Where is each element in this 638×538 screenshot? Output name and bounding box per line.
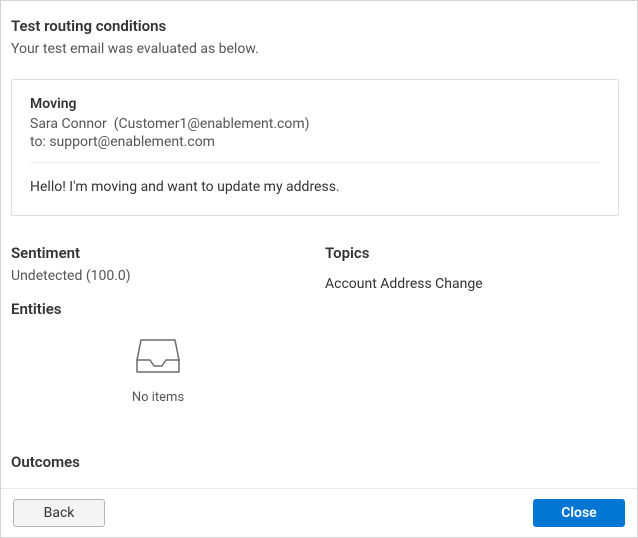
- dialog-content[interactable]: Test routing conditions Your test email …: [1, 1, 637, 488]
- dialog-subtitle: Your test email was evaluated as below.: [11, 41, 619, 57]
- dialog-footer: Back Close: [1, 488, 637, 537]
- right-col: Topics Account Address Change: [325, 244, 619, 445]
- inbox-icon: [135, 336, 181, 376]
- topics-value: Account Address Change: [325, 276, 619, 292]
- sentiment-value: Undetected (100.0): [11, 268, 305, 284]
- outcomes-heading: Outcomes: [11, 453, 619, 471]
- dialog-title: Test routing conditions: [11, 17, 619, 35]
- email-to: to: support@enablement.com: [30, 134, 600, 150]
- email-from-name: Sara Connor: [30, 116, 107, 132]
- email-to-prefix: to:: [30, 134, 46, 150]
- close-button[interactable]: Close: [533, 499, 625, 527]
- email-from-email: (Customer1@enablement.com): [114, 116, 310, 132]
- entities-empty-state: No items: [11, 336, 305, 405]
- analysis-row: Sentiment Undetected (100.0) Entities No…: [11, 244, 619, 445]
- entities-heading: Entities: [11, 300, 305, 318]
- email-from: Sara Connor (Customer1@enablement.com): [30, 116, 600, 132]
- topics-heading: Topics: [325, 244, 619, 262]
- back-button[interactable]: Back: [13, 499, 105, 527]
- email-body: Hello! I'm moving and want to update my …: [30, 179, 600, 195]
- email-subject: Moving: [30, 96, 600, 112]
- outcomes-section: Outcomes: [11, 453, 619, 471]
- test-routing-dialog: Test routing conditions Your test email …: [0, 0, 638, 538]
- email-to-email: support@enablement.com: [49, 134, 215, 150]
- email-card: Moving Sara Connor (Customer1@enablement…: [11, 79, 619, 216]
- left-col: Sentiment Undetected (100.0) Entities No…: [11, 244, 305, 445]
- no-items-text: No items: [132, 390, 184, 405]
- sentiment-heading: Sentiment: [11, 244, 305, 262]
- email-divider: [30, 162, 600, 163]
